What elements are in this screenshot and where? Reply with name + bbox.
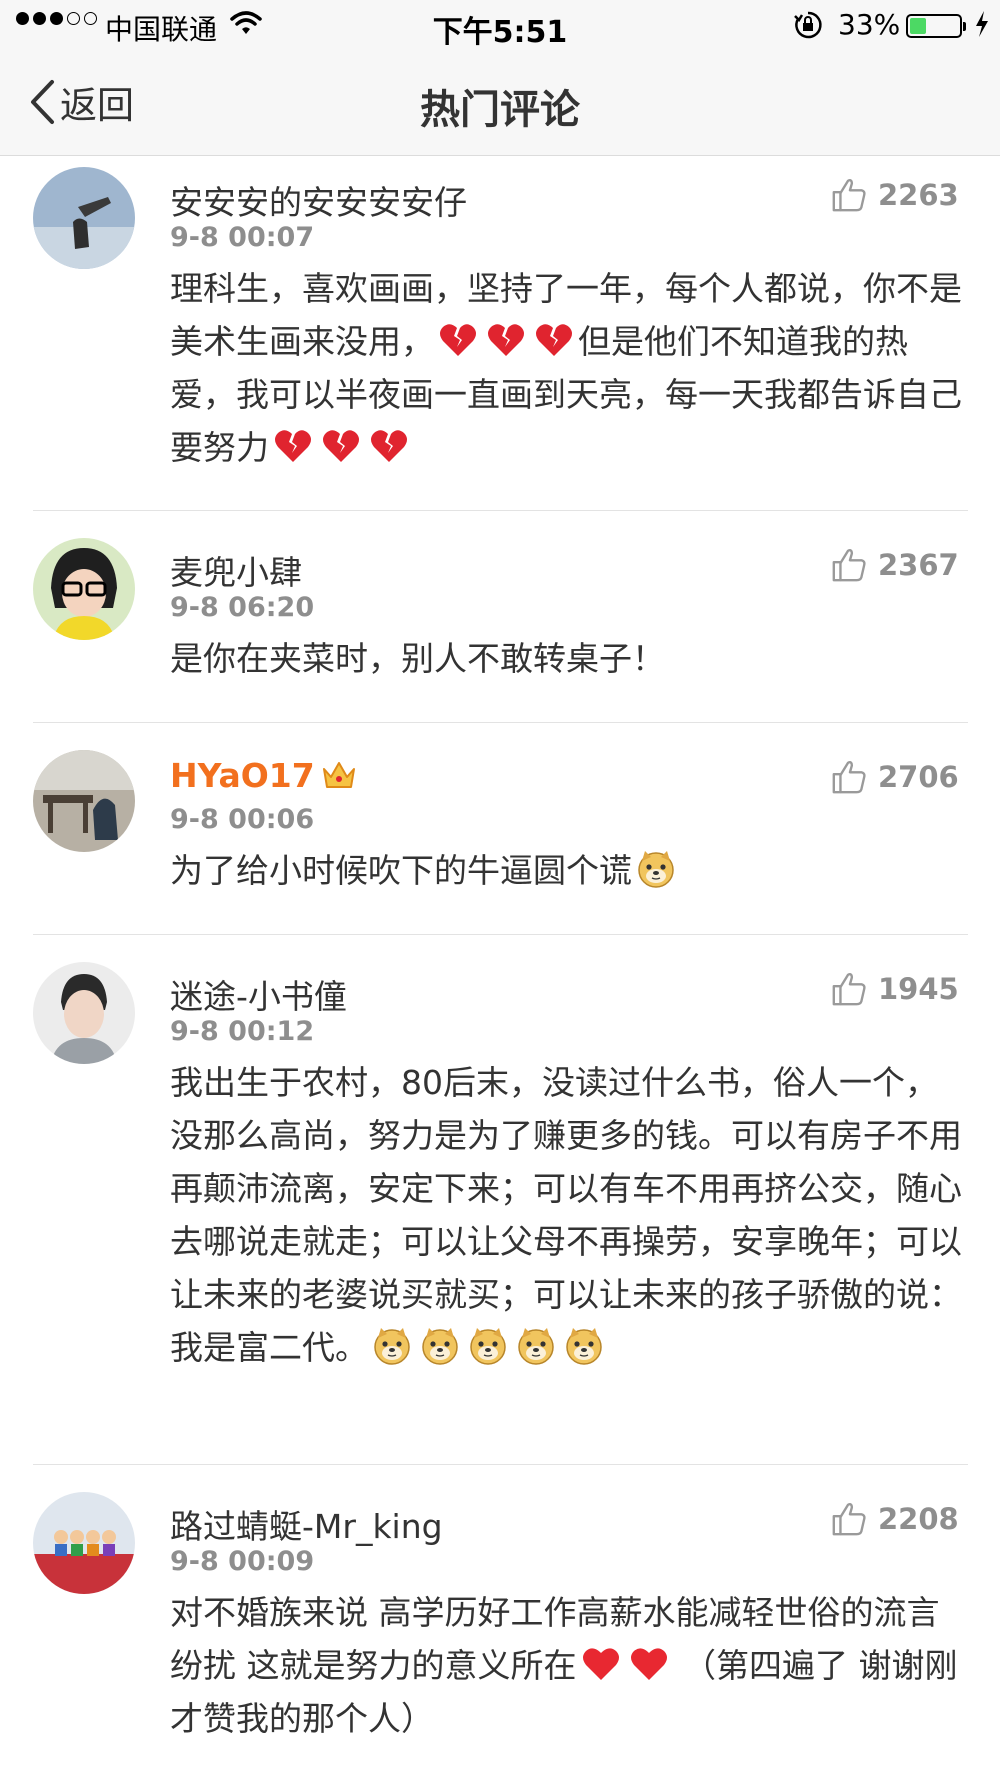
doge-emoji-icon xyxy=(636,849,676,889)
vip-crown-icon xyxy=(322,762,355,788)
status-bar: 中国联通 下午5:51 33% xyxy=(0,0,1000,50)
divider xyxy=(33,722,968,723)
battery-level-fill xyxy=(910,18,926,34)
avatar[interactable] xyxy=(33,750,135,852)
comment-text: 是你在夹菜时，别人不敢转桌子！ xyxy=(170,639,665,678)
avatar[interactable] xyxy=(33,538,135,640)
avatar[interactable] xyxy=(33,1492,135,1594)
doge-emoji-icon xyxy=(468,1326,508,1366)
like-button[interactable]: 2367 xyxy=(830,546,959,584)
orientation-lock-icon xyxy=(794,11,822,39)
broken-heart-icon xyxy=(438,320,478,360)
like-count: 2706 xyxy=(878,760,959,794)
broken-heart-icon xyxy=(369,426,409,466)
doge-emoji-icon xyxy=(516,1326,556,1366)
like-button[interactable]: 2208 xyxy=(830,1500,959,1538)
divider xyxy=(33,1464,968,1465)
comment-date: 9-8 00:06 xyxy=(170,804,315,835)
like-button[interactable]: 2706 xyxy=(830,758,959,796)
comment-text: 对不婚族来说 高学历好工作高薪水能减轻世俗的流言纷扰 这就是努力的意义所在 （第… xyxy=(170,1593,958,1738)
doge-emoji-icon xyxy=(372,1326,412,1366)
broken-heart-icon xyxy=(486,320,526,360)
comment-date: 9-8 00:07 xyxy=(170,222,315,253)
thumbs-up-icon xyxy=(830,546,868,584)
divider xyxy=(33,510,968,511)
like-count: 2208 xyxy=(878,1502,959,1536)
charging-bolt-icon xyxy=(976,11,988,37)
thumbs-up-icon xyxy=(830,1500,868,1538)
comment-text: 我出生于农村，80后末，没读过什么书，俗人一个，没那么高尚，努力是为了赚更多的钱… xyxy=(170,1063,962,1367)
navigation-bar: 返回 热门评论 xyxy=(0,50,1000,156)
doge-emoji-icon xyxy=(420,1326,460,1366)
comment-date: 9-8 06:20 xyxy=(170,592,315,623)
like-count: 2263 xyxy=(878,178,959,212)
thumbs-up-icon xyxy=(830,758,868,796)
like-count: 1945 xyxy=(878,972,959,1006)
comment-date: 9-8 00:09 xyxy=(170,1546,315,1577)
thumbs-up-icon xyxy=(830,176,868,214)
avatar[interactable] xyxy=(33,167,135,269)
like-button[interactable]: 2263 xyxy=(830,176,959,214)
avatar[interactable] xyxy=(33,962,135,1064)
comment-date: 9-8 00:12 xyxy=(170,1016,315,1047)
thumbs-up-icon xyxy=(830,970,868,1008)
broken-heart-icon xyxy=(273,426,313,466)
broken-heart-icon xyxy=(534,320,574,360)
battery-percentage: 33% xyxy=(838,8,901,41)
doge-emoji-icon xyxy=(564,1326,604,1366)
broken-heart-icon xyxy=(321,426,361,466)
comment-text: 理科生，喜欢画画，坚持了一年，每个人都说，你不是美术生画来没用， 但是他们不知道我… xyxy=(170,269,962,467)
commenter-name[interactable]: 麦兜小肆 xyxy=(170,546,302,594)
like-button[interactable]: 1945 xyxy=(830,970,959,1008)
divider xyxy=(33,934,968,935)
red-heart-icon xyxy=(581,1644,621,1684)
commenter-name[interactable]: 路过蜻蜓-Mr_king xyxy=(170,1500,443,1548)
battery-icon xyxy=(906,14,966,38)
like-count: 2367 xyxy=(878,548,959,582)
commenter-name[interactable]: 迷途-小书僮 xyxy=(170,970,347,1018)
commenter-name[interactable]: 安安安的安安安安仔 xyxy=(170,176,467,224)
comment-text: 为了给小时候吹下的牛逼圆个谎 xyxy=(170,844,970,897)
commenter-name[interactable]: HYaO17 xyxy=(170,756,357,795)
red-heart-icon xyxy=(629,1644,669,1684)
page-title: 热门评论 xyxy=(420,87,580,133)
